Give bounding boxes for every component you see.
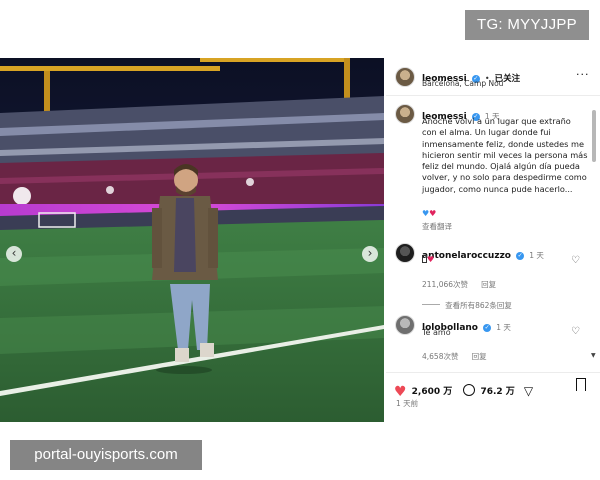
comment-icon[interactable] [463,384,476,396]
post-location[interactable]: Barcelona, Camp Nou [422,79,503,88]
carousel-prev-button[interactable]: ‹ [6,246,22,262]
reply-button[interactable]: 回复 [472,352,487,361]
comment-text: Te amo [422,328,451,337]
comment-likes[interactable]: 4,658次赞 [422,352,458,361]
verified-icon: ✓ [483,324,492,332]
comment-like-icon[interactable]: ♡ [571,326,580,337]
scroll-down-arrow[interactable]: ▼ [591,352,596,359]
bookmark-icon[interactable] [576,378,586,391]
verified-icon: ✓ [516,252,525,260]
caption-text: Anoche volví a un lugar que extraño con … [422,116,588,194]
comment-avatar[interactable] [395,315,415,335]
comment-time: 1 天 [529,251,544,260]
comment-time: 1 天 [496,323,511,332]
view-replies-link[interactable]: 查看所有862条回复 [445,301,512,310]
comment-username[interactable]: antonelaroccuzzo [422,251,511,261]
share-icon[interactable]: ▽ [524,384,533,398]
comments-count: 76.2 万 [480,387,515,397]
post-photo[interactable]: ‹ › [0,58,384,422]
scrollbar[interactable] [592,110,596,162]
more-options-icon[interactable]: ··· [576,68,590,81]
comment-avatar[interactable] [395,243,415,263]
comment-likes[interactable]: 211,066次赞 [422,280,468,289]
caption-avatar[interactable] [395,104,415,124]
watermark-tg: TG: MYYJJPP [465,10,589,40]
reply-button[interactable]: 回复 [481,280,496,289]
red-heart-icon: ♥ [429,209,437,218]
replies-divider [422,304,440,305]
stadium-photo [0,58,384,422]
post-panel: leomessi ✓ • 已关注 Barcelona, Camp Nou ···… [386,58,600,422]
post-header: leomessi ✓ • 已关注 Barcelona, Camp Nou ··· [386,58,600,96]
comment-text: ♥ [422,255,434,264]
translate-link[interactable]: 查看翻译 [422,221,452,232]
watermark-site: portal-ouyisports.com [10,440,202,470]
likes-count: 2,600 万 [411,387,453,397]
author-avatar[interactable] [395,67,415,87]
carousel-next-button[interactable]: › [362,246,378,262]
posted-time: 1 天前 [396,399,419,408]
comment-like-icon[interactable]: ♡ [571,255,580,266]
